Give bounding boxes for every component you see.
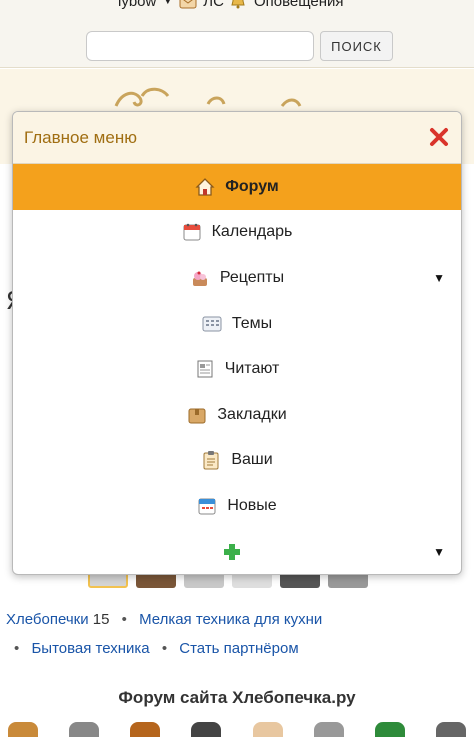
menu-item-calendar[interactable]: Календарь	[13, 210, 461, 256]
chevron-down-icon[interactable]: ▼	[433, 545, 445, 559]
menu-item-yours[interactable]: Ваши	[13, 438, 461, 484]
oven-icon[interactable]	[313, 722, 344, 737]
appliances-link[interactable]: Бытовая техника	[31, 640, 149, 657]
menu-item-topics[interactable]: Темы	[13, 301, 461, 347]
forum-title: Форум сайта Хлебопечка.ру	[118, 688, 356, 707]
close-icon[interactable]	[429, 127, 449, 147]
partner-link[interactable]: Стать партнёром	[179, 640, 298, 657]
bread-icon[interactable]	[8, 722, 38, 737]
menu-item-label: Форум	[225, 177, 279, 195]
menu-item-more[interactable]: ▼	[13, 529, 461, 574]
menu-item-recipes[interactable]: Рецепты ▼	[13, 255, 461, 301]
menu-item-label: Новые	[227, 496, 277, 514]
menu-item-label: Темы	[231, 314, 273, 332]
cake-icon	[190, 268, 210, 288]
links-line-2: • Бытовая техника • Стать партнёром	[14, 640, 299, 657]
document-icon	[195, 359, 215, 379]
page: lybow ▼ ЛС Оповещения ПОИСК Я Хлебопечки	[0, 0, 474, 737]
cookie-icon[interactable]	[130, 722, 161, 737]
plus-icon	[222, 542, 242, 562]
menu-item-label: Закладки	[217, 405, 287, 423]
menu-header: Главное меню	[13, 112, 461, 164]
calendar-icon	[182, 222, 202, 242]
plant-icon[interactable]	[374, 722, 405, 737]
menu-item-label: Читают	[224, 360, 280, 378]
user-row: lybow ▼ ЛС Оповещения	[118, 0, 344, 11]
menu-item-label: Ваши	[231, 451, 273, 469]
menu-title: Главное меню	[24, 128, 137, 147]
small-appliances-link[interactable]: Мелкая техника для кухни	[139, 611, 322, 628]
search-button[interactable]: ПОИСК	[320, 31, 393, 61]
menu-item-forum[interactable]: Форум	[13, 164, 461, 210]
new-calendar-icon	[197, 496, 217, 516]
bullet: •	[121, 611, 127, 628]
grill-icon[interactable]	[435, 722, 466, 737]
clipboard-icon	[201, 450, 221, 470]
bullet: •	[161, 640, 168, 657]
top-bar: lybow ▼ ЛС Оповещения ПОИСК	[0, 0, 474, 68]
menu-item-label: Календарь	[211, 223, 293, 241]
main-menu-dialog: Главное меню Форум Календарь Рецепты ▼ Т…	[12, 111, 462, 575]
chevron-down-icon[interactable]: ▼	[433, 271, 445, 285]
breadmakers-link[interactable]: Хлебопечки	[6, 611, 89, 628]
user-dropdown-icon[interactable]: ▼	[162, 0, 173, 7]
cake-icon[interactable]	[252, 722, 283, 737]
menu-item-reading[interactable]: Читают	[13, 346, 461, 392]
bell-icon[interactable]	[230, 0, 248, 9]
topics-icon	[202, 314, 222, 334]
site-logo[interactable]	[112, 84, 312, 114]
folder-icon	[187, 405, 207, 425]
notifications-link[interactable]: Оповещения	[254, 0, 344, 10]
house-icon	[195, 177, 215, 197]
messages-link[interactable]: ЛС	[203, 0, 224, 10]
breadmakers-count: 15	[92, 611, 110, 628]
search-input[interactable]	[86, 31, 314, 61]
envelope-icon[interactable]	[179, 0, 197, 9]
bullet: •	[14, 640, 20, 657]
mixer-icon[interactable]	[69, 722, 100, 737]
menu-item-label: Рецепты	[219, 268, 285, 286]
menu-item-new[interactable]: Новые	[13, 483, 461, 529]
bottom-icon-row	[0, 722, 474, 737]
pot-icon[interactable]	[191, 722, 222, 737]
menu-item-bookmarks[interactable]: Закладки	[13, 392, 461, 438]
username-link[interactable]: lybow	[118, 0, 156, 10]
links-line-1: Хлебопечки 15 • Мелкая техника для кухни	[6, 611, 322, 628]
